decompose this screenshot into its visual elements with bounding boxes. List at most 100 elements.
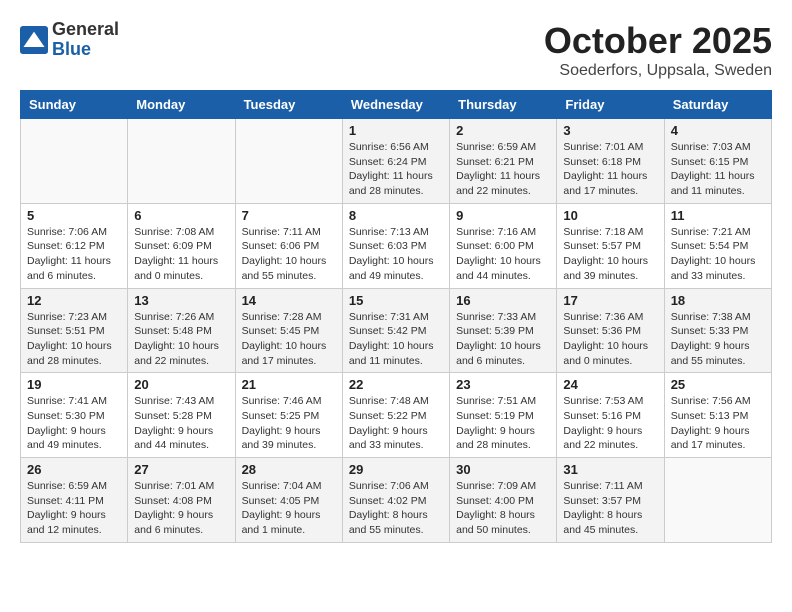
day-info: Sunrise: 7:21 AM Sunset: 5:54 PM Dayligh… — [671, 225, 765, 284]
day-number: 5 — [27, 208, 121, 223]
weekday-header-row: SundayMondayTuesdayWednesdayThursdayFrid… — [21, 91, 772, 119]
day-number: 22 — [349, 377, 443, 392]
day-info: Sunrise: 7:18 AM Sunset: 5:57 PM Dayligh… — [563, 225, 657, 284]
day-info: Sunrise: 6:59 AM Sunset: 4:11 PM Dayligh… — [27, 479, 121, 538]
day-info: Sunrise: 7:11 AM Sunset: 3:57 PM Dayligh… — [563, 479, 657, 538]
calendar-cell: 9 Sunrise: 7:16 AM Sunset: 6:00 PM Daylig… — [450, 203, 557, 288]
day-info: Sunrise: 7:31 AM Sunset: 5:42 PM Dayligh… — [349, 310, 443, 369]
calendar-cell: 31 Sunrise: 7:11 AM Sunset: 3:57 PM Dayli… — [557, 458, 664, 543]
day-info: Sunrise: 7:46 AM Sunset: 5:25 PM Dayligh… — [242, 394, 336, 453]
calendar-cell: 17 Sunrise: 7:36 AM Sunset: 5:36 PM Dayli… — [557, 288, 664, 373]
day-number: 14 — [242, 293, 336, 308]
day-info: Sunrise: 7:04 AM Sunset: 4:05 PM Dayligh… — [242, 479, 336, 538]
calendar-week-row: 1 Sunrise: 6:56 AM Sunset: 6:24 PM Daylig… — [21, 119, 772, 204]
calendar-cell: 7 Sunrise: 7:11 AM Sunset: 6:06 PM Daylig… — [235, 203, 342, 288]
day-number: 8 — [349, 208, 443, 223]
day-info: Sunrise: 7:06 AM Sunset: 6:12 PM Dayligh… — [27, 225, 121, 284]
logo-icon — [20, 26, 48, 54]
day-number: 11 — [671, 208, 765, 223]
day-info: Sunrise: 7:06 AM Sunset: 4:02 PM Dayligh… — [349, 479, 443, 538]
day-info: Sunrise: 7:48 AM Sunset: 5:22 PM Dayligh… — [349, 394, 443, 453]
day-number: 20 — [134, 377, 228, 392]
calendar-cell: 23 Sunrise: 7:51 AM Sunset: 5:19 PM Dayli… — [450, 373, 557, 458]
calendar-week-row: 26 Sunrise: 6:59 AM Sunset: 4:11 PM Dayli… — [21, 458, 772, 543]
calendar-cell: 5 Sunrise: 7:06 AM Sunset: 6:12 PM Daylig… — [21, 203, 128, 288]
day-number: 15 — [349, 293, 443, 308]
calendar-cell: 12 Sunrise: 7:23 AM Sunset: 5:51 PM Dayli… — [21, 288, 128, 373]
day-number: 6 — [134, 208, 228, 223]
calendar-cell: 4Sunrise: 7:03 AM Sunset: 6:15 PM Daylig… — [664, 119, 771, 204]
calendar-cell: 1 Sunrise: 6:56 AM Sunset: 6:24 PM Daylig… — [342, 119, 449, 204]
day-info: Sunrise: 7:13 AM Sunset: 6:03 PM Dayligh… — [349, 225, 443, 284]
calendar-cell — [235, 119, 342, 204]
day-info: Sunrise: 7:51 AM Sunset: 5:19 PM Dayligh… — [456, 394, 550, 453]
calendar-cell: 13Sunrise: 7:26 AM Sunset: 5:48 PM Dayli… — [128, 288, 235, 373]
page-header: General Blue October 2025 Soederfors, Up… — [20, 20, 772, 80]
calendar-cell: 22 Sunrise: 7:48 AM Sunset: 5:22 PM Dayli… — [342, 373, 449, 458]
day-number: 17 — [563, 293, 657, 308]
logo-general: General — [52, 20, 119, 40]
calendar-cell: 26 Sunrise: 6:59 AM Sunset: 4:11 PM Dayli… — [21, 458, 128, 543]
day-info: Sunrise: 7:03 AM Sunset: 6:15 PM Dayligh… — [671, 140, 765, 199]
calendar-week-row: 5 Sunrise: 7:06 AM Sunset: 6:12 PM Daylig… — [21, 203, 772, 288]
calendar-cell — [128, 119, 235, 204]
calendar-cell: 2 Sunrise: 6:59 AM Sunset: 6:21 PM Daylig… — [450, 119, 557, 204]
location-subtitle: Soederfors, Uppsala, Sweden — [544, 62, 772, 80]
logo: General Blue — [20, 20, 119, 60]
calendar-week-row: 12 Sunrise: 7:23 AM Sunset: 5:51 PM Dayli… — [21, 288, 772, 373]
day-number: 10 — [563, 208, 657, 223]
calendar-cell: 14 Sunrise: 7:28 AM Sunset: 5:45 PM Dayli… — [235, 288, 342, 373]
day-number: 30 — [456, 462, 550, 477]
day-info: Sunrise: 7:41 AM Sunset: 5:30 PM Dayligh… — [27, 394, 121, 453]
day-info: Sunrise: 7:01 AM Sunset: 4:08 PM Dayligh… — [134, 479, 228, 538]
day-number: 12 — [27, 293, 121, 308]
weekday-header: Saturday — [664, 91, 771, 119]
day-number: 29 — [349, 462, 443, 477]
calendar-cell: 28 Sunrise: 7:04 AM Sunset: 4:05 PM Dayli… — [235, 458, 342, 543]
calendar-table: SundayMondayTuesdayWednesdayThursdayFrid… — [20, 90, 772, 543]
calendar-cell: 29 Sunrise: 7:06 AM Sunset: 4:02 PM Dayli… — [342, 458, 449, 543]
day-number: 3 — [563, 123, 657, 138]
day-number: 21 — [242, 377, 336, 392]
calendar-cell — [21, 119, 128, 204]
day-info: Sunrise: 6:59 AM Sunset: 6:21 PM Dayligh… — [456, 140, 550, 199]
day-number: 25 — [671, 377, 765, 392]
weekday-header: Tuesday — [235, 91, 342, 119]
day-info: Sunrise: 7:53 AM Sunset: 5:16 PM Dayligh… — [563, 394, 657, 453]
day-number: 2 — [456, 123, 550, 138]
calendar-cell: 11 Sunrise: 7:21 AM Sunset: 5:54 PM Dayli… — [664, 203, 771, 288]
weekday-header: Sunday — [21, 91, 128, 119]
day-number: 7 — [242, 208, 336, 223]
day-info: Sunrise: 7:09 AM Sunset: 4:00 PM Dayligh… — [456, 479, 550, 538]
calendar-week-row: 19Sunrise: 7:41 AM Sunset: 5:30 PM Dayli… — [21, 373, 772, 458]
day-number: 26 — [27, 462, 121, 477]
day-number: 31 — [563, 462, 657, 477]
logo-blue: Blue — [52, 40, 119, 60]
day-number: 24 — [563, 377, 657, 392]
day-info: Sunrise: 7:16 AM Sunset: 6:00 PM Dayligh… — [456, 225, 550, 284]
logo-text: General Blue — [52, 20, 119, 60]
day-number: 13 — [134, 293, 228, 308]
calendar-cell: 21 Sunrise: 7:46 AM Sunset: 5:25 PM Dayli… — [235, 373, 342, 458]
day-number: 23 — [456, 377, 550, 392]
day-info: Sunrise: 6:56 AM Sunset: 6:24 PM Dayligh… — [349, 140, 443, 199]
calendar-cell: 18Sunrise: 7:38 AM Sunset: 5:33 PM Dayli… — [664, 288, 771, 373]
calendar-cell: 24 Sunrise: 7:53 AM Sunset: 5:16 PM Dayli… — [557, 373, 664, 458]
day-number: 1 — [349, 123, 443, 138]
day-info: Sunrise: 7:56 AM Sunset: 5:13 PM Dayligh… — [671, 394, 765, 453]
day-number: 9 — [456, 208, 550, 223]
day-info: Sunrise: 7:36 AM Sunset: 5:36 PM Dayligh… — [563, 310, 657, 369]
day-number: 18 — [671, 293, 765, 308]
day-info: Sunrise: 7:11 AM Sunset: 6:06 PM Dayligh… — [242, 225, 336, 284]
day-info: Sunrise: 7:33 AM Sunset: 5:39 PM Dayligh… — [456, 310, 550, 369]
day-number: 16 — [456, 293, 550, 308]
calendar-cell: 27Sunrise: 7:01 AM Sunset: 4:08 PM Dayli… — [128, 458, 235, 543]
month-title: October 2025 — [544, 20, 772, 62]
day-info: Sunrise: 7:23 AM Sunset: 5:51 PM Dayligh… — [27, 310, 121, 369]
weekday-header: Friday — [557, 91, 664, 119]
calendar-cell: 3Sunrise: 7:01 AM Sunset: 6:18 PM Daylig… — [557, 119, 664, 204]
day-info: Sunrise: 7:28 AM Sunset: 5:45 PM Dayligh… — [242, 310, 336, 369]
day-number: 28 — [242, 462, 336, 477]
calendar-cell: 20Sunrise: 7:43 AM Sunset: 5:28 PM Dayli… — [128, 373, 235, 458]
day-info: Sunrise: 7:08 AM Sunset: 6:09 PM Dayligh… — [134, 225, 228, 284]
